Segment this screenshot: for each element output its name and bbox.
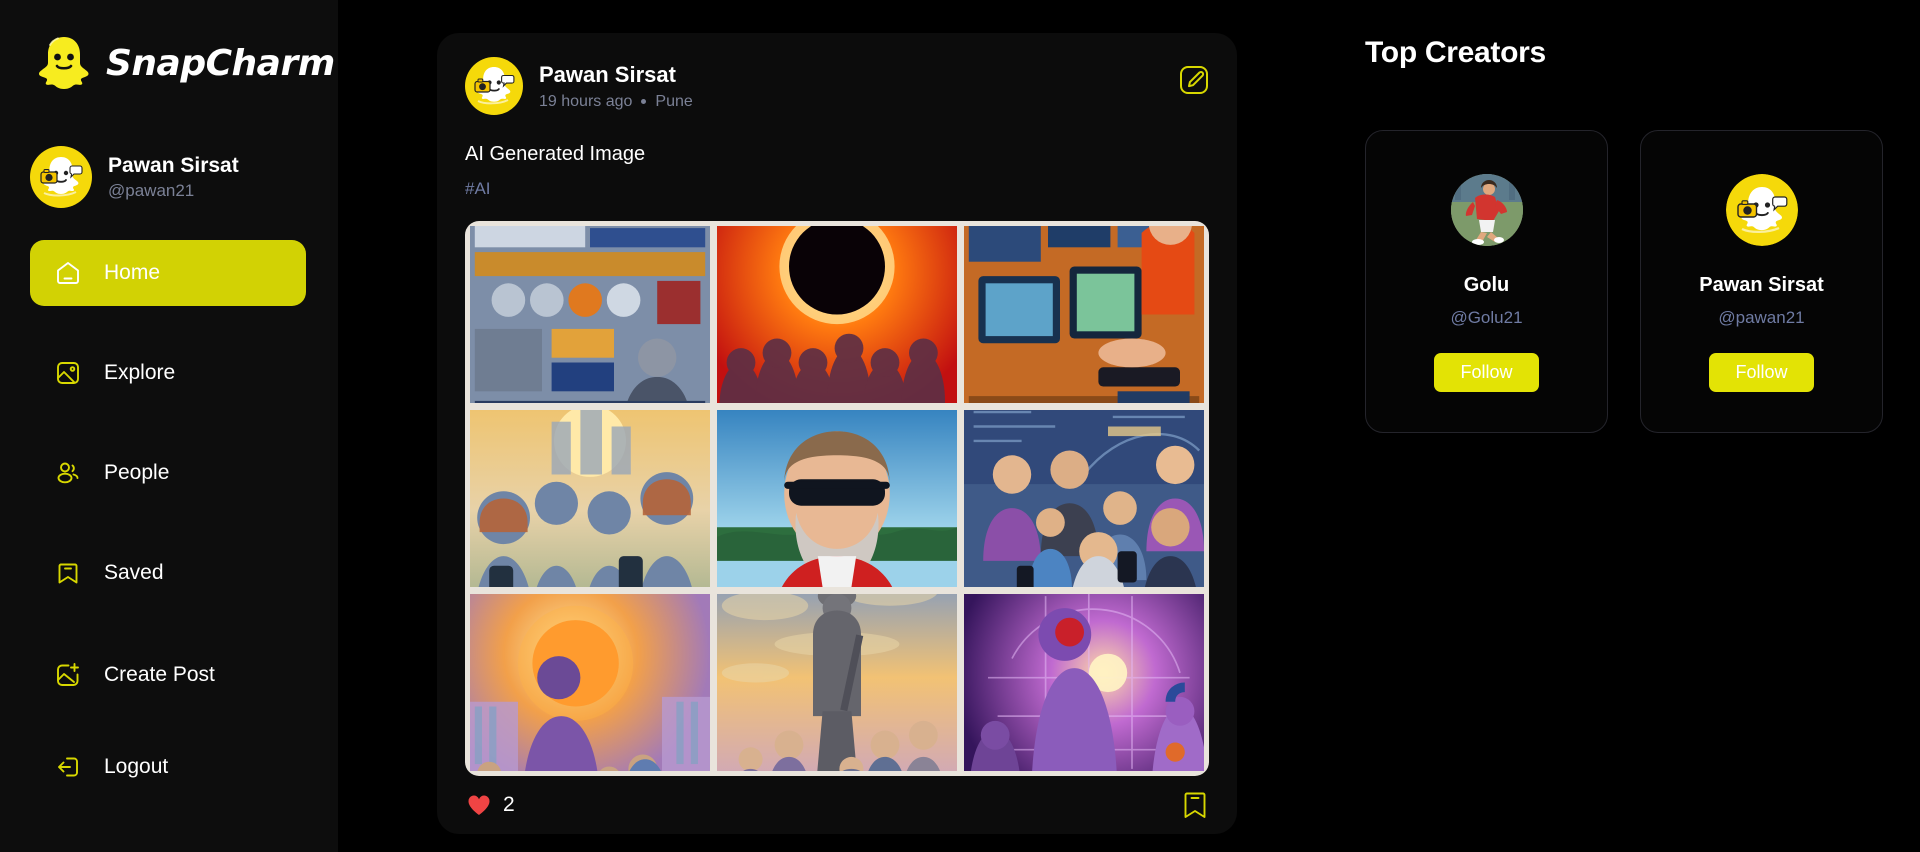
avatar <box>30 146 92 208</box>
sidebar: SnapCharm Pawan Sirsat @pawan21 Home Exp… <box>0 0 338 852</box>
bookmark-icon <box>54 559 82 587</box>
sidebar-item-label: Logout <box>104 755 169 778</box>
sidebar-item-create-post[interactable]: Create Post <box>30 642 306 708</box>
post-location: Pune <box>655 92 693 110</box>
sidebar-nav: Home Explore People Saved Create Post Lo… <box>0 240 338 800</box>
avatar <box>465 57 523 115</box>
image-plus-icon <box>54 661 82 689</box>
sidebar-item-saved[interactable]: Saved <box>30 540 306 606</box>
post-author-name: Pawan Sirsat <box>539 61 676 87</box>
profile-name: Pawan Sirsat <box>108 153 239 177</box>
sidebar-item-label: People <box>104 461 170 484</box>
page-title: Top Creators <box>1365 36 1546 69</box>
sidebar-item-label: Create Post <box>104 663 215 686</box>
home-icon <box>54 259 82 287</box>
gallery-image-5[interactable] <box>717 410 957 587</box>
post-time: 19 hours ago <box>539 92 633 110</box>
ghost-icon <box>36 34 92 92</box>
sidebar-item-people[interactable]: People <box>30 440 306 506</box>
gallery-image-7[interactable] <box>470 594 710 771</box>
post-header: Pawan Sirsat 19 hours ago Pune <box>465 57 1209 115</box>
brand[interactable]: SnapCharm <box>0 0 338 92</box>
post-caption: AI Generated Image <box>465 143 646 165</box>
gallery-image-2[interactable] <box>717 226 957 403</box>
post-author[interactable]: Pawan Sirsat 19 hours ago Pune <box>465 57 693 115</box>
creator-card[interactable]: Pawan Sirsat @pawan21 Follow <box>1640 130 1883 433</box>
sidebar-item-explore[interactable]: Explore <box>30 340 306 406</box>
brand-name: SnapCharm <box>106 42 335 84</box>
bookmark-icon[interactable] <box>1183 790 1207 820</box>
soccer-player-avatar <box>1450 174 1523 246</box>
profile-summary[interactable]: Pawan Sirsat @pawan21 <box>0 92 338 208</box>
like-count: 2 <box>503 793 515 816</box>
post-meta: 19 hours ago Pune <box>539 93 693 111</box>
app-root: SnapCharm Pawan Sirsat @pawan21 Home Exp… <box>0 0 1920 852</box>
gallery-image-6[interactable] <box>964 410 1204 587</box>
sidebar-item-label: Home <box>104 261 161 284</box>
right-panel: Top Creators Golu @Golu21 Follow Pawan S… <box>1335 0 1920 852</box>
post-hashtag[interactable]: #AI <box>465 179 1209 199</box>
top-creators-list: Golu @Golu21 Follow Pawan Sirsat @pawan2… <box>1365 130 1920 433</box>
creator-name: Golu <box>1463 274 1510 296</box>
creator-handle: @Golu21 <box>1450 308 1523 327</box>
ghost-camera-avatar <box>1725 174 1798 246</box>
post-gallery[interactable] <box>465 221 1209 776</box>
separator-dot <box>641 99 647 104</box>
image-icon <box>54 359 82 387</box>
edit-pencil-icon[interactable] <box>1179 65 1209 95</box>
gallery-image-3[interactable] <box>964 226 1204 403</box>
post-card: Pawan Sirsat 19 hours ago Pune AI Genera… <box>437 33 1237 834</box>
gallery-image-1[interactable] <box>470 226 710 403</box>
sidebar-item-logout[interactable]: Logout <box>30 734 306 800</box>
sidebar-item-label: Saved <box>104 561 164 584</box>
gallery-image-8[interactable] <box>717 594 957 771</box>
gallery-image-4[interactable] <box>470 410 710 587</box>
creator-handle: @pawan21 <box>1718 308 1805 327</box>
gallery-image-9[interactable] <box>964 594 1204 771</box>
follow-button[interactable]: Follow <box>1709 353 1814 392</box>
logout-icon <box>54 753 82 781</box>
follow-button[interactable]: Follow <box>1434 353 1539 392</box>
creator-name: Pawan Sirsat <box>1699 274 1824 296</box>
like-button[interactable]: 2 <box>467 793 515 817</box>
users-icon <box>54 459 82 487</box>
feed-column: Pawan Sirsat 19 hours ago Pune AI Genera… <box>338 0 1335 852</box>
sidebar-item-label: Explore <box>104 361 176 384</box>
heart-icon <box>467 794 491 816</box>
creator-card[interactable]: Golu @Golu21 Follow <box>1365 130 1608 433</box>
profile-handle: @pawan21 <box>108 180 195 200</box>
sidebar-item-home[interactable]: Home <box>30 240 306 306</box>
post-actions: 2 <box>465 776 1209 834</box>
